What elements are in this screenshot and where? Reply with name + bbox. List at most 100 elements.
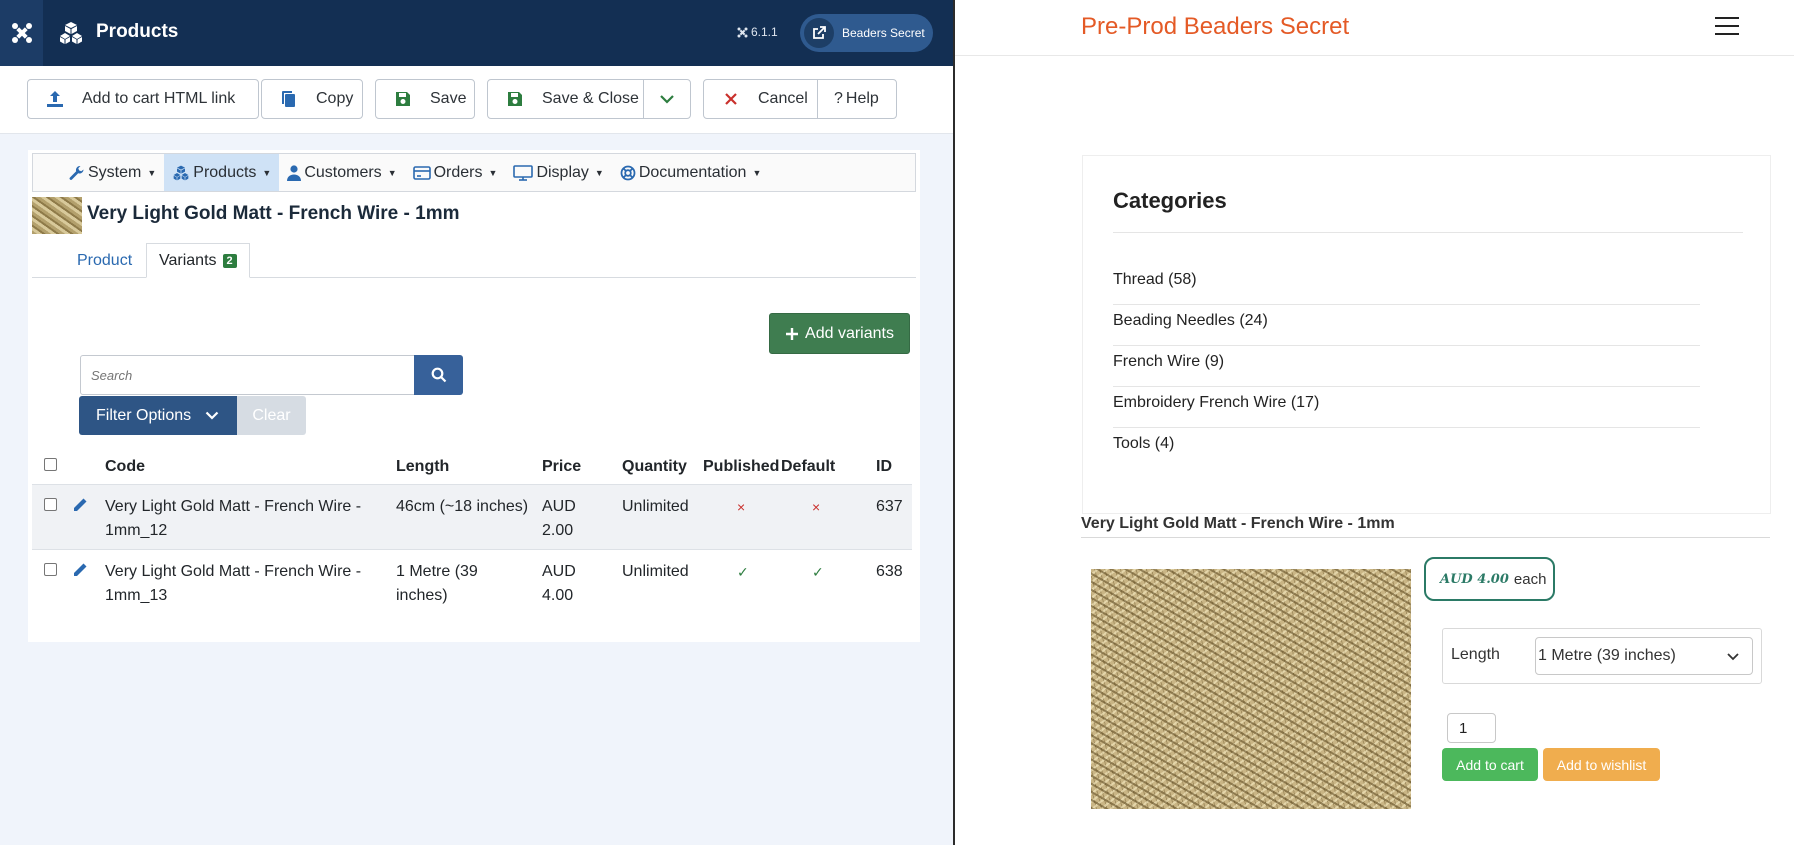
edit-icon[interactable]: [72, 562, 88, 586]
category-item[interactable]: Thread (58): [1113, 264, 1700, 305]
variant-length: 46cm (~18 inches): [396, 498, 529, 515]
joomla-logo-button[interactable]: [0, 0, 43, 66]
caret-down-icon: ▼: [752, 167, 762, 178]
chevron-down-icon: [205, 411, 219, 420]
save-button[interactable]: Save: [375, 79, 475, 119]
row-checkbox[interactable]: [44, 563, 57, 576]
variant-id: 637: [876, 498, 903, 515]
category-item[interactable]: Beading Needles (24): [1113, 305, 1700, 346]
variant-quantity: Unlimited: [622, 563, 689, 580]
subnav-orders[interactable]: Orders ▼: [405, 154, 506, 191]
categories-divider: [1113, 232, 1743, 233]
variants-count-badge: 2: [222, 253, 237, 268]
help-button[interactable]: ? Help: [817, 79, 897, 119]
col-price[interactable]: Price: [542, 455, 581, 479]
subnav-display[interactable]: Display ▼: [505, 154, 611, 191]
edit-icon[interactable]: [72, 497, 88, 521]
category-item[interactable]: Tools (4): [1113, 428, 1700, 469]
categories-list: Thread (58) Beading Needles (24) French …: [1113, 264, 1700, 469]
variant-length: 1 Metre (39 inches): [396, 563, 478, 604]
toolbar: Add to cart HTML link Copy Save Save & C…: [0, 66, 953, 134]
col-code[interactable]: Code: [105, 455, 145, 479]
life-ring-icon: [620, 165, 636, 180]
save-close-button[interactable]: Save & Close: [487, 79, 644, 119]
variant-id: 638: [876, 563, 903, 580]
chevron-down-icon: [660, 95, 674, 104]
add-to-wishlist-button[interactable]: Add to wishlist: [1543, 748, 1660, 781]
subnav-orders-label: Orders: [433, 163, 483, 181]
row-checkbox[interactable]: [44, 498, 57, 511]
joomla-small-icon: [737, 27, 748, 37]
subnav-display-label: Display: [536, 163, 589, 181]
filter-options-label: Filter Options: [96, 406, 192, 424]
categories-card: Categories Thread (58) Beading Needles (…: [1082, 155, 1771, 514]
caret-down-icon: ▼: [387, 167, 397, 178]
admin-header: Products 6.1.1 Beaders Secret: [0, 0, 953, 66]
external-link-icon: [804, 18, 834, 48]
product-title-divider: [1081, 537, 1770, 538]
product-title: Very Light Gold Matt - French Wire - 1mm: [87, 203, 460, 224]
version-text: 6.1.1: [751, 25, 778, 39]
quantity-input[interactable]: [1447, 713, 1496, 743]
variant-code[interactable]: Very Light Gold Matt - French Wire - 1mm…: [105, 560, 361, 608]
table-row: Very Light Gold Matt - French Wire - 1mm…: [32, 484, 912, 549]
search-button[interactable]: [414, 355, 463, 395]
cancel-label: Cancel: [758, 90, 808, 107]
version-label: 6.1.1: [737, 25, 778, 39]
user-icon: [287, 164, 302, 181]
view-site-label: Beaders Secret: [842, 26, 925, 40]
select-all-checkbox[interactable]: [44, 458, 57, 471]
variant-code[interactable]: Very Light Gold Matt - French Wire - 1mm…: [105, 495, 361, 543]
subnav-products-label: Products: [193, 163, 257, 181]
table-header: Code Length Price Quantity Published Def…: [32, 446, 912, 484]
subnav-products[interactable]: Products ▼: [164, 154, 280, 191]
subnav-system[interactable]: System ▼: [61, 154, 164, 191]
unpublished-icon[interactable]: ×: [737, 495, 745, 519]
site-title[interactable]: Pre-Prod Beaders Secret: [1081, 13, 1349, 41]
add-to-cart-html-link-label: Add to cart HTML link: [82, 90, 236, 107]
category-item[interactable]: French Wire (9): [1113, 346, 1700, 387]
save-icon: [392, 91, 414, 107]
categories-title: Categories: [1113, 188, 1227, 213]
chevron-down-icon: [1727, 653, 1739, 661]
not-default-icon[interactable]: ×: [812, 495, 820, 519]
upload-icon: [44, 90, 66, 108]
subnav-customers[interactable]: Customers ▼: [279, 154, 404, 191]
storefront-pane: Pre-Prod Beaders Secret Categories Threa…: [955, 0, 1794, 845]
col-default[interactable]: Default: [781, 455, 835, 479]
subnav-documentation[interactable]: Documentation ▼: [612, 154, 770, 191]
subnav-documentation-label: Documentation: [638, 163, 747, 181]
variant-price: AUD 4.00: [542, 563, 576, 604]
add-variants-button[interactable]: Add variants: [769, 313, 910, 354]
col-length[interactable]: Length: [396, 455, 449, 479]
length-option-group: Length 1 Metre (39 inches): [1442, 628, 1762, 684]
copy-button[interactable]: Copy: [261, 79, 363, 119]
variant-quantity: Unlimited: [622, 498, 689, 515]
view-site-button[interactable]: Beaders Secret: [800, 14, 933, 52]
search-input[interactable]: [80, 355, 415, 395]
col-published[interactable]: Published: [703, 455, 779, 479]
add-to-cart-button[interactable]: Add to cart: [1442, 748, 1538, 781]
store-product-title: Very Light Gold Matt - French Wire - 1mm: [1081, 515, 1395, 532]
clear-button[interactable]: Clear: [237, 396, 306, 435]
header-divider: [955, 55, 1794, 56]
save-close-icon: [504, 91, 526, 107]
published-check-icon[interactable]: ✓: [737, 560, 749, 584]
cancel-button[interactable]: Cancel: [703, 79, 818, 119]
menu-icon[interactable]: [1715, 17, 1739, 35]
price-amount: AUD 4.00: [1440, 571, 1509, 587]
wrench-icon: [69, 165, 84, 180]
tab-product[interactable]: Product: [77, 243, 132, 278]
monitor-icon: [513, 164, 534, 181]
length-select[interactable]: 1 Metre (39 inches): [1535, 637, 1753, 675]
product-image[interactable]: [1091, 569, 1411, 809]
category-item[interactable]: Embroidery French Wire (17): [1113, 387, 1700, 428]
save-dropdown-toggle[interactable]: [643, 79, 691, 119]
add-to-cart-html-link-button[interactable]: Add to cart HTML link: [27, 79, 259, 119]
filter-options-button[interactable]: Filter Options: [79, 396, 237, 435]
col-quantity[interactable]: Quantity: [622, 455, 687, 479]
help-label: Help: [845, 90, 879, 107]
col-id[interactable]: ID: [876, 455, 892, 479]
default-check-icon[interactable]: ✓: [812, 560, 824, 584]
tab-variants[interactable]: Variants 2: [146, 243, 250, 278]
